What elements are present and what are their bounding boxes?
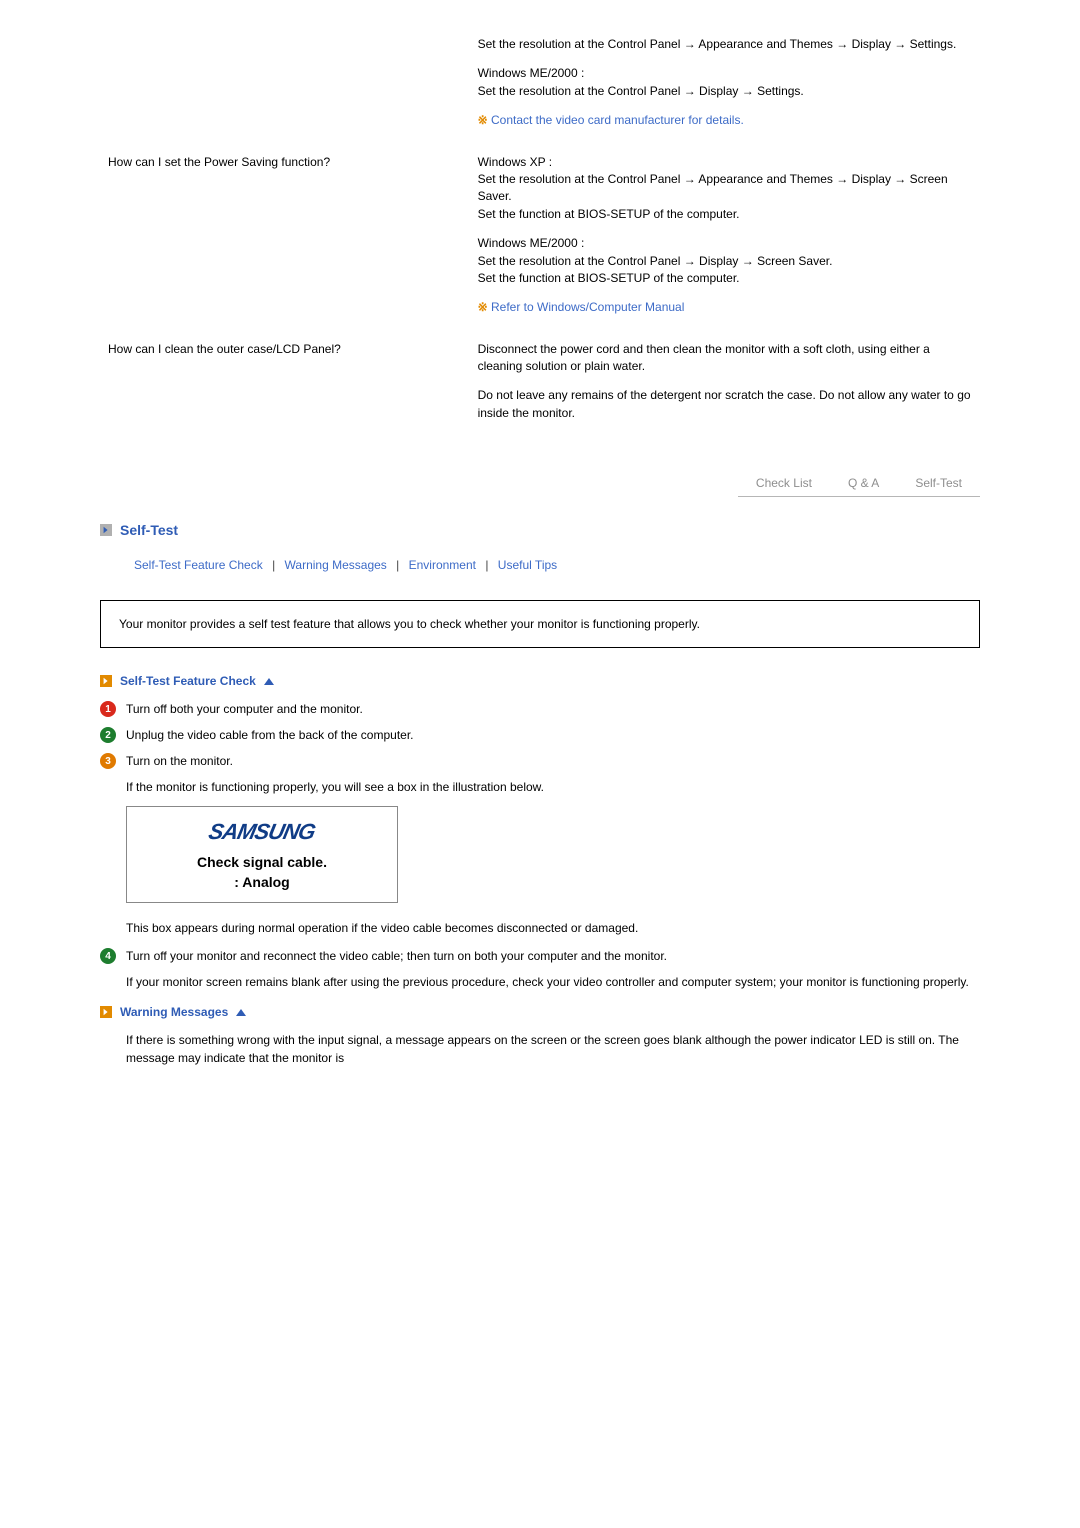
qa-question-2: How can I clean the outer case/LCD Panel… [100, 335, 470, 441]
steps-list-cont: 4 Turn off your monitor and reconnect th… [100, 947, 980, 965]
signal-cable-message-box: SAMSUNG Check signal cable. : Analog [126, 806, 398, 903]
sub-heading-self-test-feature-check: Self-Test Feature Check [100, 674, 980, 688]
qa-row-0: Set the resolution at the Control Panel … [100, 30, 980, 148]
step-2-text: Unplug the video cable from the back of … [126, 726, 980, 744]
qa-answer-2-block-1: Do not leave any remains of the detergen… [478, 387, 972, 422]
tabs-wrap: Check List Q & A Self-Test [100, 470, 980, 497]
anchor-self-test-feature-check[interactable]: Self-Test Feature Check [134, 558, 263, 572]
qa-answer-0-note: ※ Contact the video card manufacturer fo… [478, 112, 972, 129]
message-box-text: Check signal cable. : Analog [141, 853, 383, 892]
anchor-useful-tips[interactable]: Useful Tips [498, 558, 557, 572]
message-line-2: : Analog [141, 873, 383, 893]
qa-question-1: How can I set the Power Saving function? [100, 148, 470, 335]
step-number-1-icon: 1 [100, 701, 116, 717]
qa-answer-0: Set the resolution at the Control Panel … [470, 30, 980, 148]
section-heading-self-test: Self-Test [100, 522, 980, 538]
chevron-right-icon [100, 524, 112, 536]
note-marker-icon: ※ [478, 300, 491, 314]
qa-question-0 [100, 30, 470, 148]
step-number-3-icon: 3 [100, 753, 116, 769]
sub-heading-title: Warning Messages [120, 1005, 228, 1019]
anchor-sep: | [272, 558, 275, 572]
tab-self-test[interactable]: Self-Test [897, 470, 980, 496]
step-1: 1 Turn off both your computer and the mo… [100, 700, 980, 718]
qa-table: Set the resolution at the Control Panel … [100, 30, 980, 440]
tab-q-and-a[interactable]: Q & A [830, 470, 897, 496]
qa-answer-1-block-0: Windows XP : Set the resolution at the C… [478, 154, 972, 224]
step-3-extra: If the monitor is functioning properly, … [126, 778, 980, 796]
qa-note-link-1[interactable]: Refer to Windows/Computer Manual [491, 300, 684, 314]
samsung-logo: SAMSUNG [141, 819, 383, 845]
back-to-top-icon[interactable] [264, 678, 274, 685]
qa-answer-2-block-0: Disconnect the power cord and then clean… [478, 341, 972, 376]
anchor-sep: | [396, 558, 399, 572]
step-number-4-icon: 4 [100, 948, 116, 964]
note-marker-icon: ※ [478, 113, 491, 127]
qa-answer-0-block-1: Windows ME/2000 : Set the resolution at … [478, 65, 972, 100]
anchor-warning-messages[interactable]: Warning Messages [285, 558, 387, 572]
tab-check-list[interactable]: Check List [738, 470, 830, 496]
step-2: 2 Unplug the video cable from the back o… [100, 726, 980, 744]
qa-note-link-0[interactable]: Contact the video card manufacturer for … [491, 113, 744, 127]
chevron-right-icon [100, 1006, 112, 1018]
sub-heading-title: Self-Test Feature Check [120, 674, 256, 688]
back-to-top-icon[interactable] [236, 1009, 246, 1016]
anchor-environment[interactable]: Environment [409, 558, 476, 572]
step-4-text: Turn off your monitor and reconnect the … [126, 947, 980, 965]
page-root: Set the resolution at the Control Panel … [0, 0, 1080, 1528]
step-4-extra: If your monitor screen remains blank aft… [126, 973, 980, 991]
qa-answer-1: Windows XP : Set the resolution at the C… [470, 148, 980, 335]
steps-list: 1 Turn off both your computer and the mo… [100, 700, 980, 770]
section-anchors: Self-Test Feature Check | Warning Messag… [134, 558, 980, 572]
qa-answer-0-block-0: Set the resolution at the Control Panel … [478, 36, 972, 53]
tabs: Check List Q & A Self-Test [738, 470, 980, 497]
warning-messages-text: If there is something wrong with the inp… [126, 1031, 980, 1067]
step-number-2-icon: 2 [100, 727, 116, 743]
sub-heading-warning-messages: Warning Messages [100, 1005, 980, 1019]
qa-answer-1-block-1: Windows ME/2000 : Set the resolution at … [478, 235, 972, 287]
qa-answer-2: Disconnect the power cord and then clean… [470, 335, 980, 441]
anchor-sep: | [485, 558, 488, 572]
chevron-right-icon [100, 675, 112, 687]
after-box-text: This box appears during normal operation… [126, 919, 980, 937]
qa-row-2: How can I clean the outer case/LCD Panel… [100, 335, 980, 441]
message-line-1: Check signal cable. [141, 853, 383, 873]
step-1-text: Turn off both your computer and the moni… [126, 700, 980, 718]
qa-answer-1-note: ※ Refer to Windows/Computer Manual [478, 299, 972, 316]
step-3-text: Turn on the monitor. [126, 752, 980, 770]
intro-box: Your monitor provides a self test featur… [100, 600, 980, 648]
section-title: Self-Test [120, 522, 178, 538]
step-3: 3 Turn on the monitor. [100, 752, 980, 770]
qa-row-1: How can I set the Power Saving function?… [100, 148, 980, 335]
step-4: 4 Turn off your monitor and reconnect th… [100, 947, 980, 965]
